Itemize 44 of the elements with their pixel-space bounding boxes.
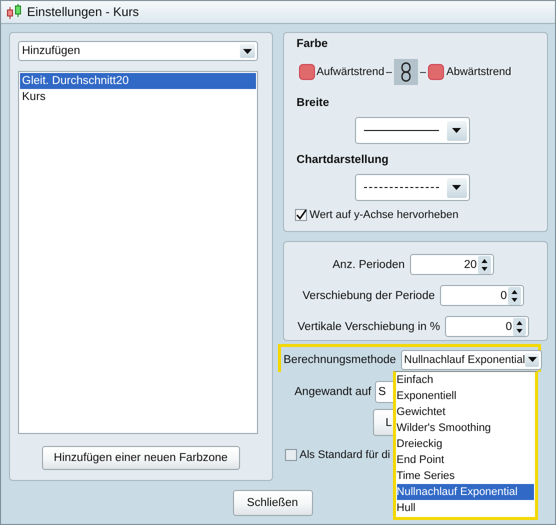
field-label: Vertikale Verschiebung in % [298, 320, 440, 332]
close-button[interactable]: Schließen [232, 490, 312, 516]
chain-link-icon[interactable] [394, 59, 418, 85]
spinner-arrows-icon[interactable] [513, 318, 526, 336]
dropdown-option[interactable]: Dreieckig [396, 436, 534, 452]
field-label: Berechnungsmethode [284, 354, 396, 366]
list-item[interactable]: Kurs [20, 89, 256, 105]
section-heading: Farbe [296, 38, 329, 52]
color-label: Aufwärtstrend [316, 66, 384, 78]
caret-icon [243, 48, 252, 54]
section-heading: Chartdarstellung [296, 154, 390, 168]
list-item[interactable]: Gleit. Durchschnitt20 [20, 73, 256, 89]
spinner-arrows-icon[interactable] [508, 286, 521, 304]
spinner-arrows-icon[interactable] [478, 256, 491, 274]
number-field[interactable]: 0 [440, 285, 524, 306]
checkbox[interactable] [284, 449, 297, 461]
caret-icon [452, 128, 462, 133]
line-style-dropdown[interactable] [354, 174, 470, 201]
dropdown-option[interactable]: Exponentiell [396, 388, 534, 404]
number-field[interactable]: 20 [410, 254, 494, 275]
checkbox-label: Als Standard für di [300, 449, 390, 461]
field-label: Anz. Perioden [332, 258, 405, 270]
color-swatch[interactable] [428, 64, 444, 80]
method-dropdown[interactable]: Nullnachlauf Exponential [401, 350, 542, 370]
line-width-dropdown[interactable] [354, 117, 470, 144]
checkbox-label: Wert auf y-Achse hervorheben [310, 209, 458, 221]
dropdown-option[interactable]: End Point [396, 452, 534, 468]
field-label: Angewandt auf [294, 386, 372, 398]
add-dropdown[interactable]: Hinzufügen [18, 41, 258, 61]
number-field[interactable]: 0 [445, 316, 530, 337]
caret-icon [452, 185, 462, 190]
dropdown-option[interactable]: Nullnachlauf Exponential [396, 484, 534, 500]
checkbox[interactable] [294, 209, 307, 221]
dropdown-option[interactable]: Hull [396, 500, 534, 516]
color-label: Abwärtstrend [446, 66, 512, 78]
add-color-zone-button[interactable]: Hinzufügen einer neuen Farbzone [42, 446, 240, 470]
caret-icon [528, 357, 537, 362]
dropdown-option[interactable]: Time Series [396, 468, 534, 484]
section-heading: Breite [296, 97, 330, 111]
candlestick-icon [6, 4, 24, 20]
window-title: Einstellungen - Kurs [27, 5, 139, 19]
color-swatch[interactable] [298, 64, 315, 80]
dropdown-option[interactable]: Einfach [396, 372, 534, 388]
field-label: Verschiebung der Periode [302, 290, 435, 302]
